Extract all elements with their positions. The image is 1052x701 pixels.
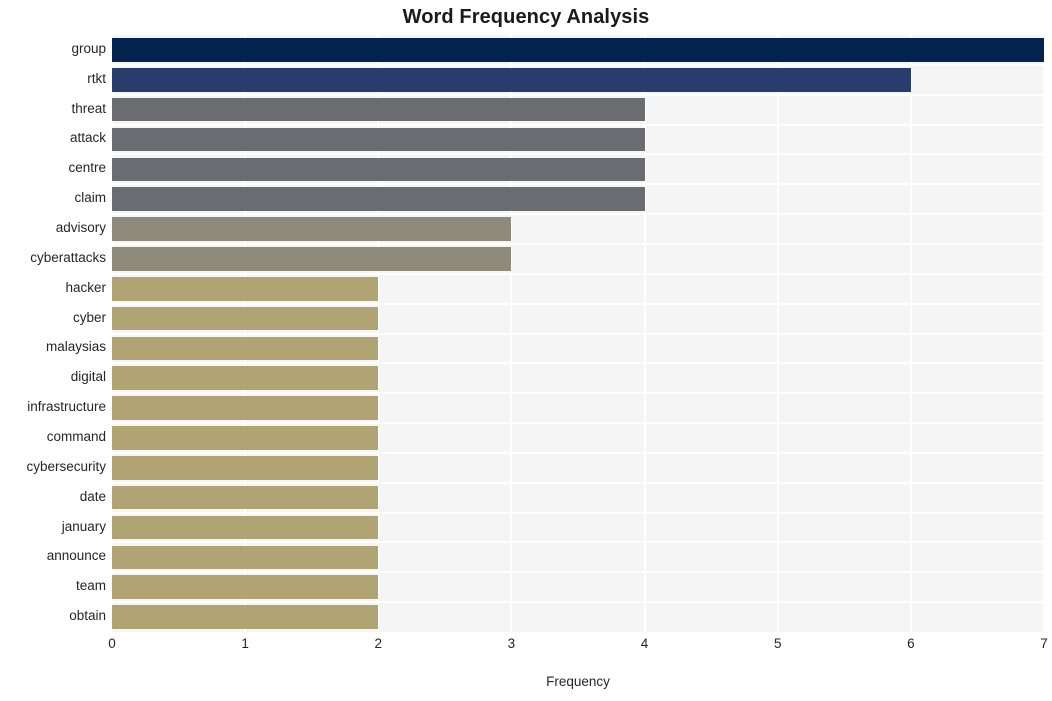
row-separator bbox=[112, 183, 1044, 186]
bar-row[interactable] bbox=[112, 157, 1044, 182]
x-tick-label-7: 7 bbox=[1040, 636, 1048, 651]
y-axis-label-advisory: advisory bbox=[55, 220, 106, 236]
y-axis-label-rtkt: rtkt bbox=[87, 70, 106, 86]
bar[interactable] bbox=[112, 605, 379, 629]
y-axis-label-centre: centre bbox=[68, 160, 106, 176]
y-axis-label-cybersecurity: cybersecurity bbox=[26, 458, 106, 474]
row-separator bbox=[112, 93, 1044, 96]
x-tick-label-3: 3 bbox=[507, 636, 516, 651]
x-axis-label: Frequency bbox=[546, 674, 610, 689]
y-axis-label-obtain: obtain bbox=[69, 608, 106, 624]
y-axis-label-attack: attack bbox=[69, 130, 106, 146]
bar[interactable] bbox=[112, 67, 911, 92]
bar[interactable] bbox=[112, 575, 379, 599]
y-axis-label-january: january bbox=[61, 518, 106, 534]
row-separator bbox=[112, 481, 1044, 484]
bar[interactable] bbox=[112, 217, 512, 241]
row-separator bbox=[112, 123, 1044, 126]
row-separator bbox=[112, 451, 1044, 454]
y-axis-label-hacker: hacker bbox=[65, 279, 106, 295]
bar[interactable] bbox=[112, 187, 645, 211]
row-separator bbox=[112, 242, 1044, 245]
bar-row[interactable] bbox=[112, 276, 1044, 301]
bar-row[interactable] bbox=[112, 426, 1044, 450]
y-axis-label-group: group bbox=[71, 40, 106, 56]
y-axis-label-cyberattacks: cyberattacks bbox=[30, 249, 106, 265]
y-axis-label-command: command bbox=[46, 428, 106, 444]
chart-title: Word Frequency Analysis bbox=[402, 6, 650, 28]
x-tick-label-1: 1 bbox=[241, 636, 249, 651]
row-separator bbox=[112, 213, 1044, 216]
bar-row[interactable] bbox=[112, 217, 1044, 241]
x-axis-tick-labels: 0 1 2 3 4 5 6 7 bbox=[108, 636, 1048, 660]
x-tick-label-4: 4 bbox=[640, 636, 649, 651]
bar[interactable] bbox=[112, 426, 379, 450]
row-separator bbox=[112, 153, 1044, 156]
bar[interactable] bbox=[112, 247, 512, 271]
y-axis-label-threat: threat bbox=[71, 100, 106, 116]
row-separator bbox=[112, 362, 1044, 365]
bar-row[interactable] bbox=[112, 485, 1044, 510]
bar-row[interactable] bbox=[112, 306, 1044, 331]
bars-layer bbox=[112, 35, 1044, 632]
row-separator bbox=[112, 332, 1044, 335]
row-separator bbox=[112, 302, 1044, 305]
bar-row[interactable] bbox=[112, 605, 1044, 629]
bar[interactable] bbox=[112, 396, 379, 420]
plot-area bbox=[111, 35, 1045, 632]
bar-row[interactable] bbox=[112, 515, 1044, 540]
row-separator bbox=[112, 601, 1044, 604]
bar[interactable] bbox=[112, 336, 379, 361]
bar[interactable] bbox=[112, 485, 379, 510]
bar-row[interactable] bbox=[112, 456, 1044, 480]
row-separator bbox=[112, 541, 1044, 544]
bar-row[interactable] bbox=[112, 396, 1044, 420]
row-separator bbox=[112, 272, 1044, 275]
row-separator bbox=[112, 571, 1044, 574]
y-axis-label-date: date bbox=[79, 488, 106, 504]
x-tick-label-0: 0 bbox=[108, 636, 116, 651]
x-tick-label-6: 6 bbox=[907, 636, 915, 651]
row-separator bbox=[112, 511, 1044, 514]
bar-row[interactable] bbox=[112, 38, 1044, 62]
y-axis-category-labels: group rtkt threat attack centre claim advisory… bbox=[0, 35, 106, 632]
row-separator bbox=[112, 392, 1044, 395]
y-axis-label-cyber: cyber bbox=[72, 309, 106, 325]
bar-row[interactable] bbox=[112, 67, 1044, 92]
bar-row[interactable] bbox=[112, 127, 1044, 152]
bar[interactable] bbox=[112, 306, 379, 331]
y-axis-label-infrastructure: infrastructure bbox=[27, 399, 106, 415]
bar-row[interactable] bbox=[112, 187, 1044, 211]
y-axis-label-announce: announce bbox=[46, 548, 106, 564]
bar[interactable] bbox=[112, 38, 1044, 62]
x-tick-label-2: 2 bbox=[374, 636, 383, 651]
bar[interactable] bbox=[112, 97, 645, 122]
bar-row[interactable] bbox=[112, 545, 1044, 570]
row-separator bbox=[112, 63, 1044, 66]
bar-row[interactable] bbox=[112, 575, 1044, 599]
y-axis-label-digital: digital bbox=[70, 369, 106, 385]
bar[interactable] bbox=[112, 366, 379, 391]
bar-row[interactable] bbox=[112, 336, 1044, 361]
row-separator bbox=[112, 422, 1044, 425]
bar-row[interactable] bbox=[112, 366, 1044, 391]
bar[interactable] bbox=[112, 157, 645, 182]
bar[interactable] bbox=[112, 545, 379, 570]
bar-row[interactable] bbox=[112, 97, 1044, 122]
y-axis-label-team: team bbox=[75, 578, 106, 594]
bar[interactable] bbox=[112, 456, 379, 480]
bar[interactable] bbox=[112, 127, 645, 152]
bar-row[interactable] bbox=[112, 247, 1044, 271]
bar[interactable] bbox=[112, 276, 379, 301]
y-axis-label-malaysias: malaysias bbox=[45, 339, 106, 355]
y-axis-label-claim: claim bbox=[74, 190, 106, 206]
bar[interactable] bbox=[112, 515, 379, 540]
word-frequency-bar-chart: Word Frequency Analysis group rtkt threat a… bbox=[0, 0, 1052, 701]
x-tick-label-5: 5 bbox=[773, 636, 782, 651]
